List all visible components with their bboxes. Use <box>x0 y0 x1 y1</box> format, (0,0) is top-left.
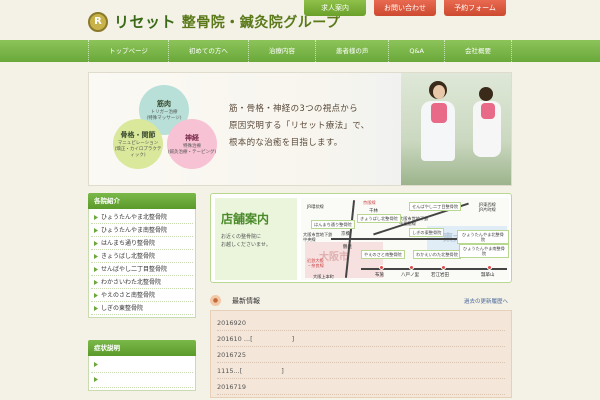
main-nav: トップページ 初めての方へ 治療内容 患者様の声 Q&A 会社概要 <box>0 40 600 62</box>
clinic-link[interactable]: せんばやし二丁目整骨院 <box>91 263 193 276</box>
recruit-button[interactable]: 求人案内 <box>304 0 366 16</box>
hero-copy: 筋・骨格・神経の3つの視点から 原因究明する「リセット療法」で、 根本的な治癒を… <box>229 104 370 148</box>
store-title: 店舗案内 <box>221 212 270 226</box>
station-marker <box>409 265 414 270</box>
clinic-link[interactable]: やえのさと南整骨院 <box>91 289 193 302</box>
clinic-pin[interactable]: やえのさと南整骨院 <box>361 250 405 259</box>
station-marker <box>441 265 446 270</box>
clinic-link[interactable]: きょうばし北整骨院 <box>91 250 193 263</box>
muscle-desc: トリガー治療 (特殊マッサージ) <box>146 109 182 121</box>
clinic-pin[interactable]: ひょうたんやま南整骨院 <box>459 244 509 258</box>
nav-item-top[interactable]: トップページ <box>88 40 169 62</box>
nav-item-voices[interactable]: 患者様の声 <box>316 40 390 62</box>
clinic-link[interactable]: ひょうたんやま南整骨院 <box>91 224 193 237</box>
nerve-circle: 神経 特殊治療 (鍼灸治療・テーピング) <box>167 119 217 169</box>
clinic-pin[interactable]: ひょうたんやま北整骨院 <box>457 230 509 244</box>
clinics-heading: 各院紹介 <box>88 193 196 209</box>
brand-subtitle: 整骨院・鍼灸院グループ <box>181 15 341 31</box>
news-item[interactable]: 2016719 <box>217 379 505 395</box>
site-header: R リセット 整骨院・鍼灸院グループ 求人案内 お問い合わせ 予約フォーム <box>0 0 600 40</box>
news-item[interactable]: 1115...[ ] <box>217 363 505 379</box>
symptoms-heading: 症状説明 <box>88 340 196 356</box>
store-guide: 店舗案内 お近くの整骨院に お越しくださいませ。 大阪市 東大阪市 京阪線 JR… <box>210 193 512 283</box>
station-marker <box>487 265 492 270</box>
news-icon: ● <box>210 295 221 306</box>
brand-name: リセット <box>114 13 177 31</box>
news-item[interactable]: 2016725 <box>217 347 505 363</box>
hero-banner: 筋肉 トリガー治療 (特殊マッサージ) 骨格・関節 マニュピレーション (矯正・… <box>88 72 512 186</box>
news-archive-link[interactable]: 過去の更新履歴へ <box>464 297 508 305</box>
clinic-pin[interactable]: せんばやし二丁目整骨院 <box>409 202 462 211</box>
store-desc: お近くの整骨院に お越しくださいませ。 <box>221 234 271 248</box>
runners-photo <box>401 73 511 185</box>
bone-circle: 骨格・関節 マニュピレーション (矯正・カイロプラクティック) <box>113 119 163 169</box>
symptoms-sidebar: 症状説明 <box>88 340 196 391</box>
news-item[interactable]: 2016920 <box>217 315 505 331</box>
clinic-link[interactable]: しぎの東整骨院 <box>91 302 193 315</box>
clinic-link[interactable]: わかさいわた北整骨院 <box>91 276 193 289</box>
station-marker <box>379 265 384 270</box>
nav-item-qa[interactable]: Q&A <box>389 40 446 62</box>
bone-desc: マニュピレーション (矯正・カイロプラクティック) <box>114 140 162 158</box>
nerve-desc: 特殊治療 (鍼灸治療・テーピング) <box>167 143 217 155</box>
site-logo[interactable]: R リセット 整骨院・鍼灸院グループ <box>88 11 340 32</box>
news-section: ● 最新情報 過去の更新履歴へ 2016920 201610 ...[ ] 20… <box>210 292 512 400</box>
logo-mark-icon: R <box>88 11 108 32</box>
news-list: 2016920 201610 ...[ ] 2016725 1115...[ ]… <box>210 310 512 398</box>
clinic-pin[interactable]: きょうばし北整骨院 <box>357 214 401 223</box>
reserve-button[interactable]: 予約フォーム <box>444 0 506 16</box>
symptom-link[interactable] <box>91 358 193 373</box>
clinic-pin[interactable]: しぎの東整骨院 <box>409 228 445 237</box>
clinic-link[interactable]: ひょうたんやま北整骨院 <box>91 211 193 224</box>
store-map[interactable]: 大阪市 東大阪市 京阪線 JR環状線 千林 京橋 鶴見 大阪市営地下鉄 今里筋線… <box>301 198 509 280</box>
clinics-sidebar: 各院紹介 ひょうたんやま北整骨院 ひょうたんやま南整骨院 はんまち通り整骨院 き… <box>88 193 196 318</box>
clinic-pin[interactable]: わかえいわた北整骨院 <box>413 250 461 259</box>
nav-item-first-visit[interactable]: 初めての方へ <box>169 40 249 62</box>
symptom-link[interactable] <box>91 373 193 388</box>
nav-item-company[interactable]: 会社概要 <box>445 40 513 62</box>
clinic-link[interactable]: はんまち通り整骨院 <box>91 237 193 250</box>
nav-item-treatment[interactable]: 治療内容 <box>249 40 316 62</box>
news-item[interactable]: 201610 ...[ ] <box>217 331 505 347</box>
contact-button[interactable]: お問い合わせ <box>374 0 436 16</box>
clinic-pin[interactable]: はんまち通り整骨院 <box>311 220 355 229</box>
news-title: 最新情報 <box>232 297 260 305</box>
